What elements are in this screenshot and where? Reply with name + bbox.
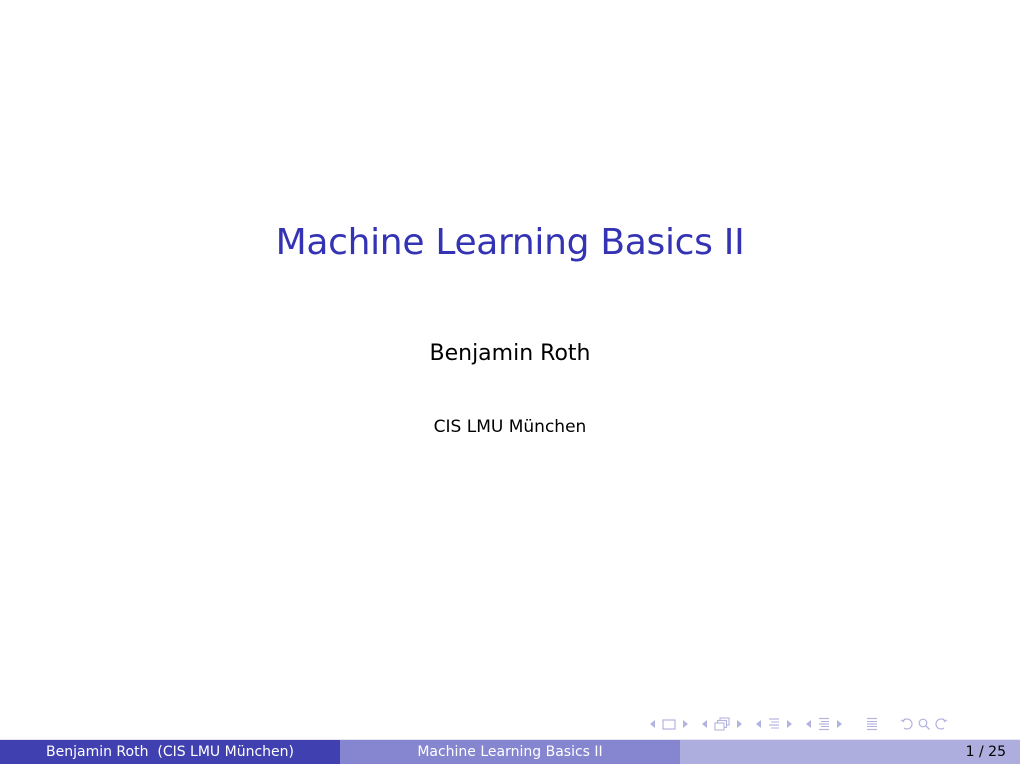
footer-author-institute: Benjamin Roth (CIS LMU München) xyxy=(0,740,340,764)
document-nav-group xyxy=(866,717,878,731)
footer-title: Machine Learning Basics II xyxy=(340,740,680,764)
forward-icon[interactable] xyxy=(934,717,948,731)
footer-author-text: Benjamin Roth (CIS LMU München) xyxy=(46,744,294,760)
slide: Machine Learning Basics II Benjamin Roth… xyxy=(0,0,1020,764)
institute-name: CIS LMU München xyxy=(433,417,587,437)
next-slide-arrow-icon[interactable] xyxy=(683,720,688,728)
section-nav-group xyxy=(806,717,842,731)
back-icon[interactable] xyxy=(900,717,914,731)
history-search-group xyxy=(900,717,948,731)
search-icon[interactable] xyxy=(917,717,931,731)
section-nav-icon[interactable] xyxy=(818,717,830,731)
footer-page-number: 1 / 25 xyxy=(680,740,1020,764)
footer-divider xyxy=(0,739,1020,740)
footer-bar: Benjamin Roth (CIS LMU München) Machine … xyxy=(0,739,1020,764)
footer-title-text: Machine Learning Basics II xyxy=(417,744,603,760)
author-name: Benjamin Roth xyxy=(429,341,591,366)
document-nav-icon[interactable] xyxy=(866,717,878,731)
subsection-nav-group xyxy=(756,717,792,731)
next-subsection-arrow-icon[interactable] xyxy=(787,720,792,728)
page-number-text: 1 / 25 xyxy=(965,744,1006,760)
slide-title: Machine Learning Basics II xyxy=(275,222,745,263)
previous-subsection-arrow-icon[interactable] xyxy=(756,720,761,728)
next-frame-arrow-icon[interactable] xyxy=(737,720,742,728)
previous-frame-arrow-icon[interactable] xyxy=(702,720,707,728)
previous-slide-arrow-icon[interactable] xyxy=(650,720,655,728)
frame-nav-icon[interactable] xyxy=(714,717,730,731)
slide-nav-group xyxy=(650,718,688,730)
previous-section-arrow-icon[interactable] xyxy=(806,720,811,728)
frame-nav-group xyxy=(702,717,742,731)
slide-nav-icon[interactable] xyxy=(662,718,676,730)
next-section-arrow-icon[interactable] xyxy=(837,720,842,728)
subsection-nav-icon[interactable] xyxy=(768,717,780,731)
navigation-bar xyxy=(650,714,948,734)
